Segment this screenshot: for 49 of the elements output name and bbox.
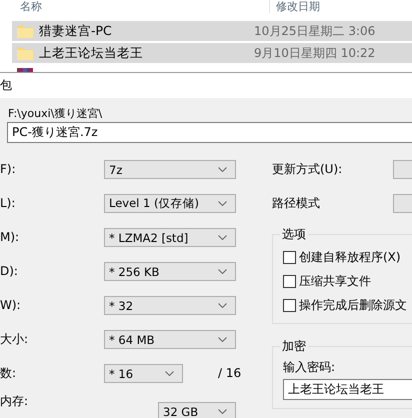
dropdown[interactable]: * 64 MB: [104, 330, 236, 349]
group-title: 选项: [280, 226, 308, 243]
chevron-down-icon: [165, 371, 174, 376]
field-label: 内存:: [0, 393, 30, 410]
chevron-down-icon: [218, 269, 227, 274]
chevron-down-icon: [218, 201, 227, 206]
file-row[interactable]: 上老王论坛当老王 9月10日星期四 10:22: [12, 43, 412, 64]
password-field[interactable]: 上老王论坛当老王: [283, 379, 412, 400]
chevron-down-icon: [218, 303, 227, 308]
checkbox-label[interactable]: 操作完成后删除源文: [299, 297, 407, 314]
dropdown[interactable]: 7z: [104, 160, 236, 179]
field-label: 更新方式(U):: [272, 161, 344, 178]
chevron-down-icon: [218, 167, 227, 172]
dropdown[interactable]: 32 GB: [158, 402, 236, 418]
folder-icon: [17, 24, 33, 38]
checkbox[interactable]: [283, 275, 296, 288]
file-name: 上老王论坛当老王: [38, 44, 144, 62]
modified-date: 9月10日星期四 10:22: [254, 44, 376, 62]
column-header[interactable]: 修改日期: [270, 0, 320, 13]
field-label: 输入密码:: [283, 359, 336, 376]
dropdown[interactable]: * 16: [104, 364, 183, 383]
folder-path: F:\youxi\獲り迷宮\: [7, 106, 104, 120]
file-row[interactable]: 猎妻迷宫-PC 10月25日星期二 3:06: [12, 21, 412, 42]
field-label: D):: [0, 263, 19, 280]
field-label: L):: [0, 195, 16, 212]
file-name: 猎妻迷宫-PC: [38, 22, 113, 40]
checkbox[interactable]: [283, 299, 296, 312]
chevron-down-icon: [218, 409, 227, 414]
chevron-down-icon: [218, 235, 227, 240]
dropdown[interactable]: * 256 KB: [104, 262, 236, 281]
field-label: M):: [0, 229, 20, 246]
thread-count: / 16: [218, 365, 242, 382]
field-label: 路径模式: [272, 195, 321, 212]
dropdown[interactable]: * 32: [104, 296, 236, 315]
field-label: 大小:: [0, 331, 30, 348]
dropdown[interactable]: * LZMA2 [std]: [104, 228, 236, 247]
field-label: W):: [0, 297, 22, 314]
modified-date: 10月25日星期二 3:06: [254, 22, 376, 40]
archive-name-field[interactable]: PC-獲り迷宮.7z: [7, 122, 412, 143]
chevron-down-icon: [218, 337, 227, 342]
checkbox-label[interactable]: 创建自释放程序(X): [299, 249, 401, 266]
field-label: F):: [0, 161, 17, 178]
checkbox-label[interactable]: 压缩共享文件: [299, 273, 371, 290]
folder-icon: [17, 46, 33, 60]
checkbox[interactable]: [283, 251, 296, 264]
field-label: 数:: [0, 365, 18, 382]
column-header[interactable]: 名称: [0, 0, 270, 13]
window-title: 包: [0, 77, 12, 94]
dropdown[interactable]: Level 1 (仅存储): [104, 194, 236, 213]
